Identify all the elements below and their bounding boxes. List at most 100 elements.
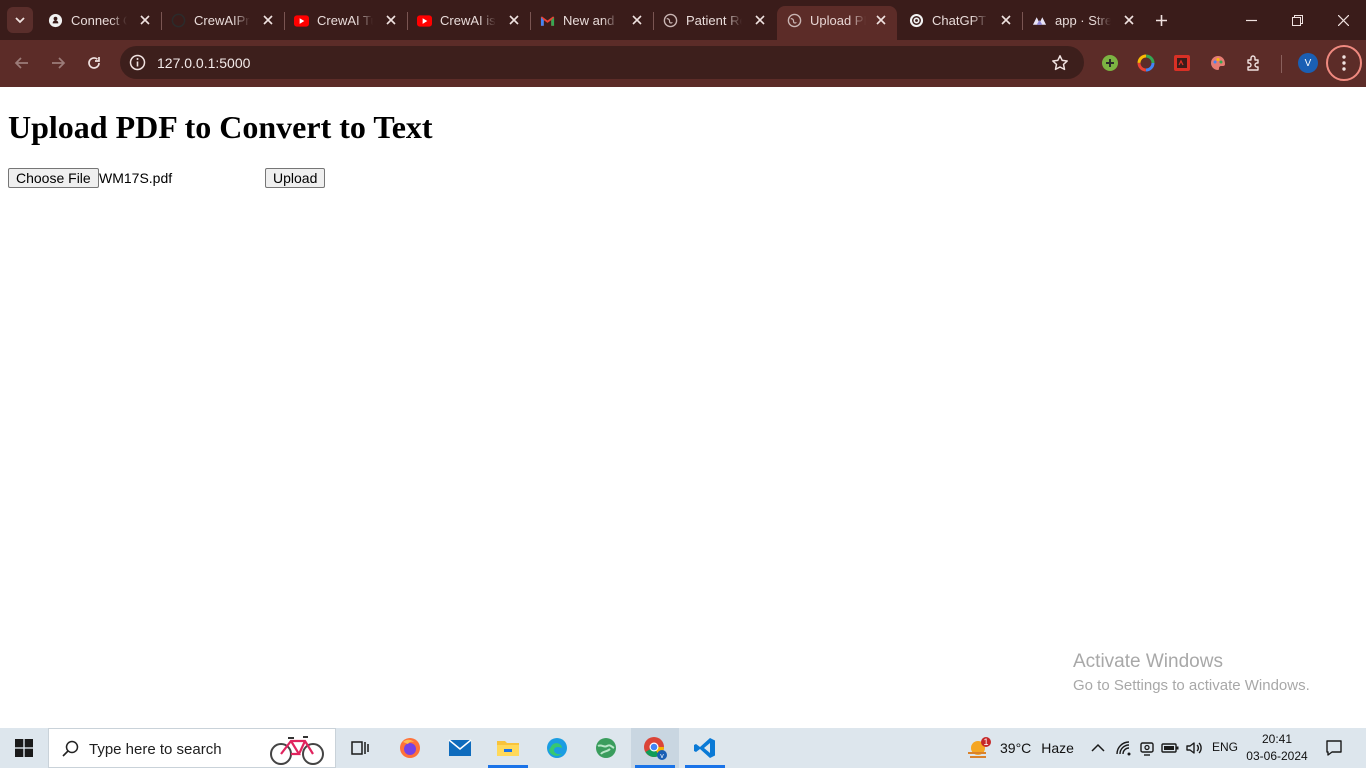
tab-patient-records[interactable]: Patient Re	[653, 6, 776, 35]
arrow-right-icon	[52, 57, 66, 69]
weather-description: Haze	[1041, 740, 1074, 756]
back-button[interactable]	[8, 50, 36, 76]
taskbar-search-box[interactable]: Type here to search	[48, 728, 336, 768]
firefox-icon	[400, 738, 420, 758]
puzzle-extensions-icon[interactable]	[1244, 53, 1264, 73]
weather-alert-badge: 1	[983, 737, 989, 747]
profile-avatar[interactable]: V	[1298, 53, 1318, 73]
tab-chatgpt[interactable]: ChatGPT	[899, 6, 1023, 35]
bookmark-star-icon[interactable]	[1050, 53, 1070, 73]
chrome-taskbar-app[interactable]: v	[631, 728, 679, 768]
weather-widget[interactable]: 1 39°C Haze	[966, 736, 1074, 760]
mail-icon	[448, 739, 472, 756]
upload-button[interactable]: Upload	[265, 168, 326, 188]
start-button[interactable]	[0, 728, 48, 768]
tab-upload-pdf[interactable]: Upload PI	[777, 6, 897, 40]
activate-windows-watermark: Activate Windows Go to Settings to activ…	[1073, 650, 1310, 696]
windows-logo-icon	[15, 739, 33, 757]
edge-taskbar-app[interactable]	[533, 728, 581, 768]
close-tab-icon[interactable]	[1121, 12, 1137, 28]
browser-menu-button[interactable]	[1326, 45, 1362, 81]
system-clock[interactable]: 20:41 03-06-2024	[1240, 731, 1314, 765]
task-view-button[interactable]	[336, 728, 384, 768]
globe-app-icon	[596, 738, 616, 758]
tab-title: ChatGPT	[932, 13, 987, 28]
activate-windows-subtitle: Go to Settings to activate Windows.	[1073, 677, 1310, 694]
firefox-taskbar-app[interactable]	[386, 728, 434, 768]
url-text[interactable]: 127.0.0.1:5000	[157, 55, 250, 71]
tab-search-button[interactable]	[7, 7, 33, 33]
youtube-icon	[294, 13, 309, 28]
speaker-icon	[1186, 742, 1202, 754]
wifi-icon	[1116, 741, 1131, 756]
vscode-taskbar-app[interactable]	[681, 728, 729, 768]
tab-connect[interactable]: Connect C	[38, 6, 162, 35]
input-language-indicator[interactable]: ENG	[1212, 740, 1238, 754]
tab-title: Connect C	[71, 13, 127, 28]
tab-gmail[interactable]: New and	[530, 6, 654, 35]
close-tab-icon[interactable]	[506, 12, 522, 28]
close-window-button[interactable]	[1320, 6, 1366, 34]
close-tab-icon[interactable]	[752, 12, 768, 28]
selected-file-name: WM17S.pdf	[99, 170, 173, 186]
notification-center-button[interactable]	[1318, 728, 1350, 768]
close-tab-icon[interactable]	[629, 12, 645, 28]
tab-title: CrewAI is	[440, 13, 496, 28]
tab-title: CrewAIPro	[194, 13, 250, 28]
close-tab-icon[interactable]	[873, 12, 889, 28]
vscode-icon	[694, 738, 715, 758]
close-tab-icon[interactable]	[260, 12, 276, 28]
pdf-extension-icon[interactable]	[1172, 53, 1192, 73]
notification-icon	[1326, 740, 1342, 756]
webcam-icon	[1140, 742, 1154, 756]
network-status[interactable]	[1114, 738, 1134, 758]
reload-button[interactable]	[80, 50, 108, 76]
palette-extension-icon[interactable]	[1208, 53, 1228, 73]
search-placeholder: Type here to search	[89, 741, 222, 758]
task-view-icon	[351, 741, 369, 755]
tab-title: Upload PI	[810, 13, 866, 28]
battery-status[interactable]	[1160, 738, 1180, 758]
tab-title: CrewAI Tu	[317, 13, 373, 28]
file-explorer-taskbar-app[interactable]	[484, 728, 532, 768]
svg-text:v: v	[660, 753, 664, 760]
edge-icon	[547, 738, 567, 758]
browser-toolbar: 127.0.0.1:5000 V	[0, 40, 1366, 87]
show-hidden-icons-button[interactable]	[1088, 738, 1108, 758]
chatgpt-icon	[909, 13, 924, 28]
streamlit-icon	[1032, 13, 1047, 28]
web-page: Upload PDF to Convert to Text Choose Fil…	[0, 87, 1366, 728]
address-bar[interactable]: 127.0.0.1:5000	[120, 46, 1084, 79]
chevron-up-icon	[1091, 743, 1105, 752]
forward-button[interactable]	[44, 50, 72, 76]
tab-crewai-is[interactable]: CrewAI is	[407, 6, 531, 35]
color-wheel-extension-icon[interactable]	[1136, 53, 1156, 73]
mail-taskbar-app[interactable]	[436, 728, 484, 768]
choose-file-button[interactable]: Choose File	[8, 168, 99, 188]
reload-icon	[88, 57, 100, 69]
windows-taskbar: Type here to search v 1 39°C Haze ENG 20…	[0, 728, 1366, 768]
close-icon	[1337, 14, 1349, 26]
tab-title: New and	[563, 13, 615, 28]
close-tab-icon[interactable]	[998, 12, 1014, 28]
volume-control[interactable]	[1184, 738, 1204, 758]
green-plus-extension-icon[interactable]	[1100, 53, 1120, 73]
chrome-icon: v	[644, 737, 667, 760]
youtube-icon	[417, 13, 432, 28]
close-tab-icon[interactable]	[137, 12, 153, 28]
meet-now-tray[interactable]	[1137, 738, 1157, 758]
tab-crewai-tutorial[interactable]: CrewAI Tu	[284, 6, 408, 35]
github-logo-icon	[48, 13, 63, 28]
tab-title: app · Strea	[1055, 13, 1111, 28]
minimize-button[interactable]	[1228, 6, 1274, 34]
globe-app-taskbar-app[interactable]	[582, 728, 630, 768]
page-title: Upload PDF to Convert to Text	[8, 109, 433, 145]
tab-streamlit-app[interactable]: app · Strea	[1022, 6, 1145, 35]
new-tab-button[interactable]	[1150, 9, 1172, 31]
tab-crewai-pro[interactable]: CrewAIPro	[161, 6, 285, 35]
gmail-icon	[540, 13, 555, 28]
restore-button[interactable]	[1274, 6, 1320, 34]
site-info-icon[interactable]	[128, 53, 147, 72]
search-icon	[62, 740, 79, 757]
close-tab-icon[interactable]	[383, 12, 399, 28]
